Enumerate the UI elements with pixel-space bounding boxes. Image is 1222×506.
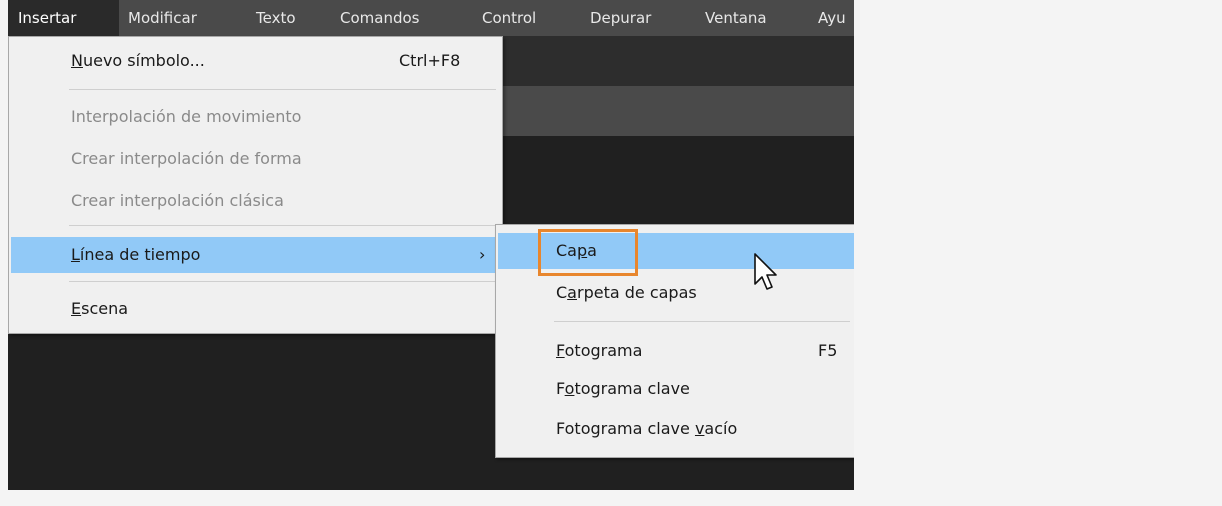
menu-ventana[interactable]: Ventana [705, 0, 767, 36]
menu-modificar[interactable]: Modificar [128, 0, 197, 36]
blank-keyframe-label: Fotograma clave vacío [556, 419, 738, 438]
menu-depurar[interactable]: Depurar [590, 0, 651, 36]
menu-insertar[interactable]: Insertar [8, 0, 119, 36]
keyframe-label: Fotograma clave [556, 379, 690, 398]
menu-control-label: Control [482, 9, 537, 27]
menu-separator [69, 89, 496, 90]
menu-control[interactable]: Control [482, 0, 536, 36]
menu-ayuda-label: Ayu [818, 9, 846, 27]
menu-comandos[interactable]: Comandos [340, 0, 419, 36]
menu-item-blank-keyframe[interactable]: Fotograma clave vacío [496, 411, 854, 447]
menu-item-timeline[interactable]: Línea de tiempo › [11, 237, 500, 273]
menu-item-layer-folder[interactable]: Carpeta de capas [496, 275, 854, 311]
classic-tween-label: Crear interpolación clásica [71, 191, 284, 210]
menu-insertar-label: Insertar [18, 9, 77, 27]
submenu-arrow-icon: › [479, 245, 486, 264]
menu-separator [69, 281, 496, 282]
layer-folder-label: Carpeta de capas [556, 283, 697, 302]
shape-tween-label: Crear interpolación de forma [71, 149, 302, 168]
menu-depurar-label: Depurar [590, 9, 652, 27]
menu-bar: Insertar Modificar Texto Comandos Contro… [8, 0, 854, 36]
new-symbol-shortcut: Ctrl+F8 [399, 51, 461, 70]
menu-ventana-label: Ventana [705, 9, 767, 27]
menu-item-keyframe[interactable]: Fotograma clave [496, 371, 854, 407]
menu-item-classic-tween: Crear interpolación clásica [9, 183, 502, 219]
app-window: Insertar Modificar Texto Comandos Contro… [8, 0, 854, 490]
menu-ayuda[interactable]: Ayu [818, 0, 846, 36]
motion-tween-label: Interpolación de movimiento [71, 107, 302, 126]
timeline-label: Línea de tiempo [71, 245, 201, 264]
mouse-pointer-icon [754, 253, 777, 290]
insert-menu: Nuevo símbolo... Ctrl+F8 Interpolación d… [8, 36, 503, 334]
frame-label: Fotograma [556, 341, 643, 360]
new-symbol-label: Nuevo símbolo... [71, 51, 205, 70]
menu-item-frame[interactable]: Fotograma F5 [496, 333, 854, 369]
menu-modificar-label: Modificar [128, 9, 197, 27]
menu-item-new-symbol[interactable]: Nuevo símbolo... Ctrl+F8 [9, 43, 502, 79]
highlight-callout [538, 229, 638, 276]
menu-texto-label: Texto [256, 9, 296, 27]
frame-shortcut: F5 [818, 341, 838, 360]
menu-item-motion-tween: Interpolación de movimiento [9, 99, 502, 135]
menu-comandos-label: Comandos [340, 9, 420, 27]
menu-item-shape-tween: Crear interpolación de forma [9, 141, 502, 177]
menu-texto[interactable]: Texto [256, 0, 296, 36]
menu-separator [554, 321, 850, 322]
scene-label: Escena [71, 299, 129, 318]
menu-item-scene[interactable]: Escena [9, 291, 502, 327]
menu-separator [69, 225, 496, 226]
